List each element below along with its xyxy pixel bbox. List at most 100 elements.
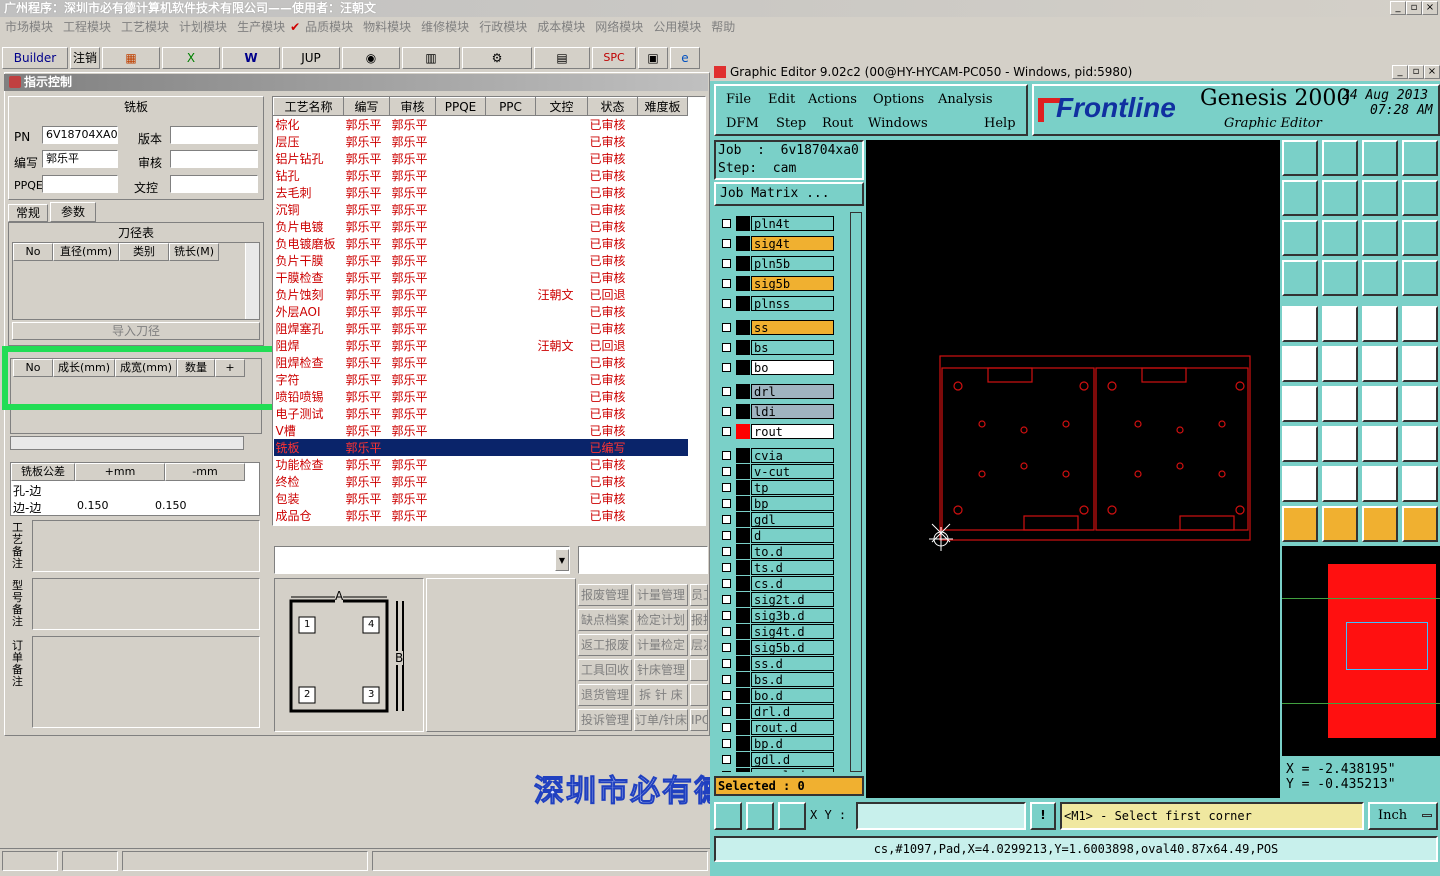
tools-icon[interactable]: ⚙ (462, 47, 532, 69)
layer-row[interactable]: pln5b (718, 256, 834, 271)
layer-row[interactable]: gdl (718, 512, 834, 527)
table-row[interactable]: 阻焊 郭乐平 郭乐平 汪朝文 已回退 (274, 337, 688, 354)
cross-icon[interactable] (1322, 346, 1358, 382)
module-button[interactable] (690, 684, 708, 706)
triangle-a-icon[interactable] (1282, 466, 1318, 502)
layer-checkbox[interactable] (722, 499, 731, 508)
layer-checkbox[interactable] (722, 483, 731, 492)
ppqe-field[interactable] (42, 175, 118, 193)
layer-checkbox[interactable] (722, 595, 731, 604)
menu-help[interactable]: Help (984, 116, 1016, 131)
layer-row[interactable]: ss.d (718, 656, 834, 671)
module-button[interactable]: 针床管理 (634, 659, 688, 681)
table-row[interactable]: 沉铜 郭乐平 郭乐平 已审核 (274, 201, 688, 218)
table-row[interactable]: 棕化 郭乐平 郭乐平 已审核 (274, 116, 688, 134)
module-button[interactable]: 退货管理 (578, 684, 632, 706)
menu-analysis[interactable]: Analysis (938, 92, 993, 107)
home-up-icon[interactable] (1282, 140, 1318, 176)
table-row[interactable]: 喷铅喷锡 郭乐平 郭乐平 已审核 (274, 388, 688, 405)
layer-row[interactable]: cvia (718, 448, 834, 463)
layer-checkbox[interactable] (722, 755, 731, 764)
table-row[interactable]: 负片电镀 郭乐平 郭乐平 已审核 (274, 218, 688, 235)
layer-checkbox[interactable] (722, 643, 731, 652)
module-button[interactable]: 计量检定 (634, 634, 688, 656)
table-row[interactable]: 负电镀磨板 郭乐平 郭乐平 已审核 (274, 235, 688, 252)
proc-col-header[interactable]: PPQE (435, 97, 486, 116)
table-row[interactable]: 阻焊塞孔 郭乐平 郭乐平 已审核 (274, 320, 688, 337)
layer-row[interactable]: sig5b (718, 276, 834, 291)
layer-checkbox[interactable] (722, 739, 731, 748)
menu-options[interactable]: Options (873, 92, 924, 107)
layer-checkbox[interactable] (722, 219, 731, 228)
layer-row[interactable]: ldi (718, 404, 834, 419)
layer-row[interactable]: sig3b.d (718, 608, 834, 623)
module-button[interactable]: 拆 针 床 (634, 684, 688, 706)
menu-windows[interactable]: Windows (868, 116, 928, 131)
fit-icon[interactable] (1282, 220, 1318, 256)
layer-checkbox[interactable] (722, 707, 731, 716)
pan-right-icon[interactable] (1322, 180, 1358, 216)
layer-checkbox[interactable] (722, 531, 731, 540)
version-field[interactable] (170, 126, 258, 144)
table-row[interactable]: 负片干膜 郭乐平 郭乐平 已审核 (274, 252, 688, 269)
module-button[interactable]: 工具回收 (578, 659, 632, 681)
alert-icon[interactable]: ! (1030, 802, 1056, 830)
layers-alt-icon[interactable] (1402, 260, 1438, 296)
move-icon[interactable] (1402, 346, 1438, 382)
proc-col-header[interactable]: 编写 (343, 97, 390, 116)
layer-checkbox[interactable] (722, 239, 731, 248)
layer-row[interactable]: rout.d (718, 720, 834, 735)
layer-checkbox[interactable] (722, 675, 731, 684)
xy-input[interactable] (856, 802, 1026, 830)
layer-row[interactable]: bo.d (718, 688, 834, 703)
layer-row[interactable]: ts.d (718, 560, 834, 575)
table-row[interactable]: 阻焊检查 郭乐平 郭乐平 已审核 (274, 354, 688, 371)
scale-icon[interactable] (1362, 220, 1398, 256)
module-button[interactable]: 缺点档案 (578, 609, 632, 631)
size-hscrollbar[interactable] (10, 436, 244, 450)
model-note-field[interactable] (32, 578, 260, 630)
layer-row[interactable]: drl (718, 384, 834, 399)
table-row[interactable]: 功能检查 郭乐平 郭乐平 已审核 (274, 456, 688, 473)
mirror-icon[interactable] (1402, 386, 1438, 422)
module-button[interactable]: IPQ (690, 709, 708, 731)
menu-item[interactable]: 成本模块 (532, 17, 590, 37)
line-node-icon[interactable] (1362, 346, 1398, 382)
layer-checkbox[interactable] (722, 611, 731, 620)
layer-checkbox[interactable] (722, 467, 731, 476)
layer-row[interactable]: panel.d (718, 768, 834, 772)
proc-col-header[interactable]: 状态 (587, 97, 638, 116)
menu-actions[interactable]: Actions (808, 92, 857, 107)
connect-icon[interactable] (1282, 346, 1318, 382)
layer-row[interactable]: bp.d (718, 736, 834, 751)
layer-checkbox[interactable] (722, 659, 731, 668)
builder-button[interactable]: Builder (2, 47, 68, 69)
genesis-close-button[interactable]: × (1424, 65, 1440, 79)
tool-scrollbar[interactable] (245, 243, 259, 319)
group-icon[interactable] (1402, 426, 1438, 462)
layer-scrollbar[interactable] (850, 212, 862, 772)
tab-params[interactable]: 参数 (50, 202, 96, 222)
table-row[interactable]: 铣板 郭乐平 已编写 (273, 439, 688, 456)
layer-row[interactable]: cs.d (718, 576, 834, 591)
layer-row[interactable]: bo (718, 360, 834, 375)
genesis-minimize-button[interactable]: _ (1392, 65, 1408, 79)
menu-item[interactable]: 帮助 (706, 17, 740, 37)
pn-field[interactable]: 6V18704XA0 (42, 126, 118, 144)
spc-button[interactable]: SPC (592, 47, 636, 69)
layer-checkbox[interactable] (722, 343, 731, 352)
calc-icon[interactable]: ▦ (102, 47, 160, 69)
table-row[interactable]: 铝片钻孔 郭乐平 郭乐平 已审核 (274, 150, 688, 167)
module-button[interactable]: 员工 (690, 584, 708, 606)
layer-checkbox[interactable] (722, 723, 731, 732)
menu-item[interactable]: 维修模块 (416, 17, 474, 37)
doc-control-field[interactable] (170, 175, 258, 193)
angle-icon[interactable] (1282, 386, 1318, 422)
menu-item[interactable]: ✔ (290, 17, 300, 37)
menu-step[interactable]: Step (776, 116, 806, 131)
menu-item[interactable]: 物料模块 (358, 17, 416, 37)
table-row[interactable]: 干膜检查 郭乐平 郭乐平 已审核 (274, 269, 688, 286)
table-row[interactable]: 负片蚀刻 郭乐平 郭乐平 汪朝文 已回退 (274, 286, 688, 303)
layer-row[interactable]: ss (718, 320, 834, 335)
layer-row[interactable]: sig4t.d (718, 624, 834, 639)
